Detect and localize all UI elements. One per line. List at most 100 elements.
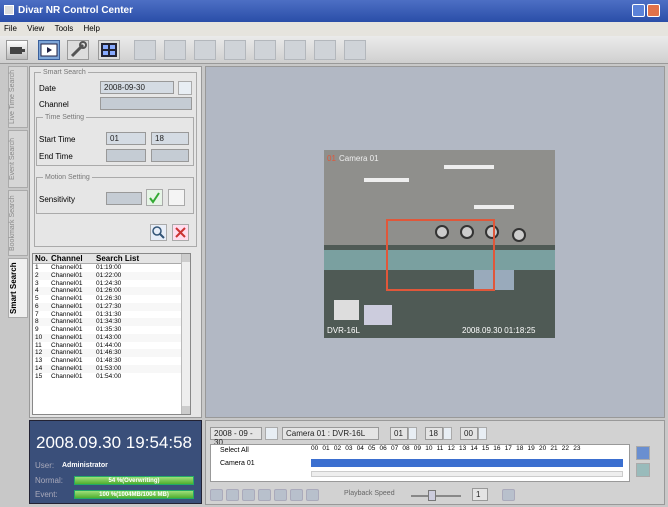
date-field[interactable]: 2008-09-30 bbox=[100, 81, 174, 94]
table-row[interactable]: 5 Channel01 01:26:30 bbox=[33, 295, 190, 303]
zoom-out-icon[interactable] bbox=[636, 463, 650, 477]
motion-grid-icon[interactable] bbox=[168, 189, 185, 206]
fullscreen-icon[interactable] bbox=[314, 40, 336, 60]
clear-search-icon[interactable] bbox=[172, 224, 189, 241]
second-spinner-icon[interactable] bbox=[478, 427, 487, 440]
table-cell: Channel01 bbox=[51, 302, 83, 310]
table-row[interactable]: 14 Channel01 01:53:00 bbox=[33, 364, 190, 373]
channel-select[interactable] bbox=[100, 97, 192, 110]
hour-label: 07 bbox=[390, 445, 399, 452]
end-minute-field[interactable] bbox=[151, 149, 189, 162]
start-hour-field[interactable]: 01 bbox=[106, 132, 146, 145]
table-row[interactable]: 4 Channel01 01:26:00 bbox=[33, 287, 190, 295]
step-forward-icon[interactable] bbox=[290, 489, 303, 501]
table-cell: Channel01 bbox=[51, 333, 83, 341]
minimize-icon[interactable] bbox=[632, 4, 645, 17]
col-channel[interactable]: Channel bbox=[51, 254, 83, 263]
sensitivity-field[interactable] bbox=[106, 192, 142, 205]
table-row[interactable]: 8 Channel01 01:34:30 bbox=[33, 318, 190, 326]
table-row[interactable]: 10 Channel01 01:43:00 bbox=[33, 333, 190, 342]
menu-view[interactable]: View bbox=[23, 22, 48, 35]
layout-16-icon[interactable] bbox=[254, 40, 276, 60]
timeline-scrollbar[interactable] bbox=[311, 471, 623, 477]
table-cell: 01:54:00 bbox=[96, 372, 122, 380]
calendar-icon[interactable] bbox=[178, 81, 192, 95]
speed-reset-icon[interactable] bbox=[502, 489, 515, 501]
results-scrollbar[interactable] bbox=[181, 254, 190, 414]
table-cell: 12 bbox=[35, 349, 43, 357]
normal-label: Normal: bbox=[35, 476, 64, 485]
table-row[interactable]: 1 Channel01 01:19:00 bbox=[33, 264, 190, 272]
end-hour-field[interactable] bbox=[106, 149, 146, 162]
table-cell: 01:53:00 bbox=[96, 364, 122, 372]
playback-icon[interactable] bbox=[38, 40, 60, 60]
checkmark-icon[interactable] bbox=[146, 189, 163, 206]
col-no[interactable]: No. bbox=[35, 254, 48, 263]
menu-tools[interactable]: Tools bbox=[51, 22, 78, 35]
camera-grid-icon[interactable] bbox=[98, 40, 120, 60]
timeline-second-field[interactable]: 00 bbox=[460, 427, 478, 440]
close-icon[interactable] bbox=[647, 4, 660, 17]
camera-view[interactable]: 01 Camera 01 DVR-16L 2008.09.30 01:18:25 bbox=[324, 150, 555, 338]
start-minute-field[interactable]: 18 bbox=[151, 132, 189, 145]
table-row[interactable]: 7 Channel01 01:31:30 bbox=[33, 311, 190, 319]
tab-live-time-search[interactable]: Live Time Search bbox=[8, 66, 28, 128]
scroll-down-icon[interactable] bbox=[182, 406, 190, 414]
hour-label: 17 bbox=[504, 445, 512, 452]
timeline-camera-row-label[interactable]: Camera 01 bbox=[220, 460, 255, 467]
table-row[interactable]: 2 Channel01 01:22:00 bbox=[33, 271, 190, 280]
table-cell: 4 bbox=[35, 287, 39, 295]
timeline-hour-field[interactable]: 01 bbox=[390, 427, 408, 440]
table-cell: Channel01 bbox=[51, 357, 83, 364]
speed-slider-thumb[interactable] bbox=[428, 490, 436, 501]
table-row[interactable]: 6 Channel01 01:27:30 bbox=[33, 302, 190, 311]
layout-4-icon[interactable] bbox=[164, 40, 186, 60]
timeline-minute-field[interactable]: 18 bbox=[425, 427, 443, 440]
hour-label: 21 bbox=[550, 445, 558, 452]
menu-help[interactable]: Help bbox=[79, 22, 103, 35]
sequence-icon[interactable] bbox=[344, 40, 366, 60]
tab-event-search[interactable]: Event Search bbox=[8, 130, 28, 188]
playback-speed-field[interactable]: 1 bbox=[472, 488, 488, 501]
table-row[interactable]: 12 Channel01 01:46:30 bbox=[33, 349, 190, 357]
table-cell: 01:48:30 bbox=[96, 357, 122, 364]
smart-search-legend: Smart Search bbox=[43, 69, 86, 76]
tab-bookmark-search[interactable]: Bookmark Search bbox=[8, 190, 28, 256]
table-row[interactable]: 11 Channel01 01:44:00 bbox=[33, 342, 190, 350]
table-cell: 1 bbox=[35, 264, 39, 271]
fast-forward-icon[interactable] bbox=[306, 489, 319, 501]
table-row[interactable]: 9 Channel01 01:35:30 bbox=[33, 326, 190, 334]
table-row[interactable]: 3 Channel01 01:24:30 bbox=[33, 280, 190, 288]
layout-9-icon[interactable] bbox=[194, 40, 216, 60]
speed-slider[interactable] bbox=[411, 495, 461, 497]
minute-spinner-icon[interactable] bbox=[443, 427, 452, 440]
tab-smart-search[interactable]: Smart Search bbox=[8, 258, 28, 318]
layout-custom-icon[interactable] bbox=[284, 40, 306, 60]
timeline-calendar-icon[interactable] bbox=[265, 427, 278, 440]
select-all-label[interactable]: Select All bbox=[220, 447, 249, 454]
search-results-list[interactable]: No. Channel Search List 1 Channel01 01:19:… bbox=[32, 253, 191, 415]
timeline-date-field[interactable]: 2008 - 09 - 30 bbox=[210, 427, 262, 447]
step-back-icon[interactable] bbox=[226, 489, 239, 501]
zoom-in-icon[interactable] bbox=[636, 446, 650, 460]
layout-13-icon[interactable] bbox=[224, 40, 246, 60]
hour-spinner-icon[interactable] bbox=[408, 427, 417, 440]
layout-1-icon[interactable] bbox=[134, 40, 156, 60]
play-icon[interactable] bbox=[242, 489, 255, 501]
search-icon[interactable] bbox=[150, 224, 167, 241]
table-row[interactable]: 13 Channel01 01:48:30 bbox=[33, 357, 190, 365]
live-view-icon[interactable] bbox=[6, 40, 28, 60]
menu-file[interactable]: File bbox=[0, 22, 21, 35]
scroll-up-icon[interactable] bbox=[182, 254, 190, 262]
rewind-icon[interactable] bbox=[210, 489, 223, 501]
hour-label: 18 bbox=[516, 445, 524, 452]
stop-icon[interactable] bbox=[274, 489, 287, 501]
pause-icon[interactable] bbox=[258, 489, 271, 501]
tools-icon[interactable] bbox=[67, 40, 89, 60]
timeline-camera-select[interactable]: Camera 01 : DVR-16L bbox=[282, 427, 379, 440]
table-cell: Channel01 bbox=[51, 271, 83, 279]
recording-bar[interactable] bbox=[311, 459, 623, 467]
table-row[interactable]: 15 Channel01 01:54:00 bbox=[33, 373, 190, 381]
hour-label: 02 bbox=[333, 445, 342, 452]
col-search-list[interactable]: Search List bbox=[96, 254, 139, 263]
